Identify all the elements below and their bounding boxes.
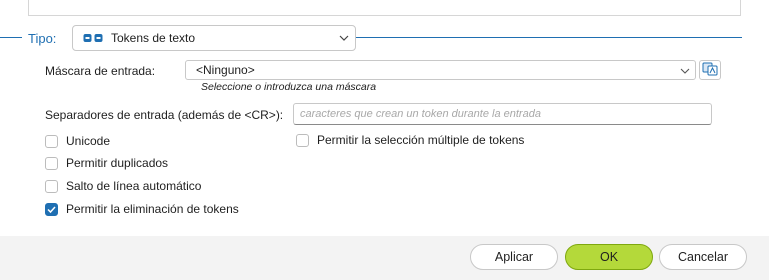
duplicates-option[interactable]: Permitir duplicados — [45, 156, 168, 170]
mask-value: <Ninguno> — [196, 63, 255, 77]
delete-tokens-checkbox[interactable] — [45, 202, 58, 216]
chevron-down-icon[interactable] — [680, 65, 690, 75]
word-wrap-option[interactable]: Salto de línea automático — [45, 179, 201, 193]
duplicates-label: Permitir duplicados — [66, 156, 169, 170]
cancel-button[interactable]: Cancelar — [659, 244, 747, 270]
section-divider — [356, 37, 742, 38]
tipo-dropdown[interactable]: Tokens de texto — [72, 25, 356, 51]
upper-panel — [28, 0, 741, 16]
unicode-option[interactable]: Unicode — [45, 134, 110, 148]
separators-label: Separadores de entrada (además de <CR>): — [45, 108, 284, 122]
mask-label: Máscara de entrada: — [45, 64, 156, 78]
section-divider-left — [0, 37, 22, 38]
unicode-label: Unicode — [66, 134, 111, 148]
tipo-selected-value: Tokens de texto — [111, 31, 196, 45]
multi-select-label: Permitir la selección múltiple de tokens — [317, 133, 525, 147]
ok-button[interactable]: OK — [565, 244, 653, 270]
mask-hint: Seleccione o introduzca una máscara — [201, 81, 377, 93]
dialog-footer — [0, 236, 769, 280]
word-wrap-checkbox[interactable] — [45, 179, 58, 193]
mask-combobox[interactable]: <Ninguno> — [185, 60, 696, 80]
token-icon — [83, 33, 103, 43]
delete-tokens-option[interactable]: Permitir la eliminación de tokens — [45, 202, 239, 216]
checkmark-icon — [47, 205, 56, 213]
delete-tokens-label: Permitir la eliminación de tokens — [66, 202, 239, 216]
multi-select-option[interactable]: Permitir la selección múltiple de tokens — [296, 133, 524, 147]
mask-editor-icon — [702, 62, 718, 79]
separators-input[interactable] — [293, 103, 712, 125]
chevron-down-icon — [339, 32, 349, 42]
tipo-label: Tipo: — [28, 31, 57, 46]
apply-button[interactable]: Aplicar — [470, 244, 558, 270]
unicode-checkbox[interactable] — [45, 134, 58, 148]
multi-select-checkbox[interactable] — [296, 133, 309, 147]
word-wrap-label: Salto de línea automático — [66, 179, 202, 193]
duplicates-checkbox[interactable] — [45, 156, 58, 170]
mask-editor-button[interactable] — [699, 60, 721, 80]
